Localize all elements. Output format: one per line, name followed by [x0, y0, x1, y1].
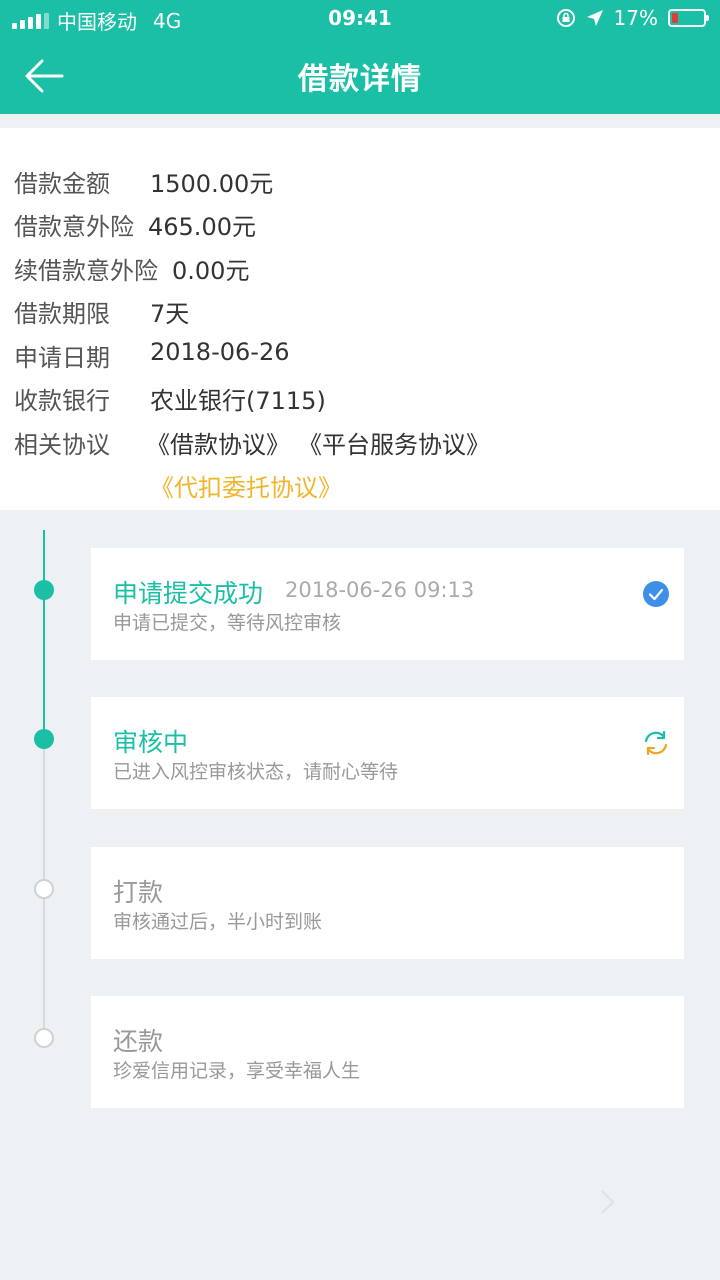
timeline-line — [43, 530, 45, 1040]
timeline-dot-3 — [34, 879, 54, 899]
nav-bar: 借款详情 — [0, 40, 720, 114]
agreements-row: 相关协议 《借款协议》 《平台服务协议》 — [14, 425, 490, 460]
apply-date-label: 申请日期 — [14, 344, 110, 372]
renew-insurance-label: 续借款意外险 — [14, 257, 158, 285]
insurance-label: 借款意外险 — [14, 213, 134, 241]
location-arrow-icon — [586, 10, 603, 26]
timeline-dot-2 — [34, 729, 54, 749]
refresh-icon — [644, 730, 668, 756]
term-row: 借款期限 7天 — [14, 294, 189, 329]
step-card-payout: 打款 审核通过后，半小时到账 — [91, 847, 684, 959]
renew-insurance-value: 0.00元 — [172, 257, 250, 285]
page-title: 借款详情 — [298, 62, 422, 97]
amount-row: 借款金额 1500.00元 — [14, 164, 273, 199]
apply-date-row: 申请日期 2018-06-26 — [14, 338, 289, 373]
renew-insurance-row: 续借款意外险 0.00元 — [14, 251, 249, 286]
platform-service-agreement-link[interactable]: 《平台服务协议》 — [298, 425, 490, 460]
loan-details: 借款金额 1500.00元 借款意外险 465.00元 续借款意外险 0.00元… — [0, 128, 720, 510]
bank-row: 收款银行 农业银行(7115) — [14, 381, 326, 416]
amount-label: 借款金额 — [14, 170, 110, 198]
agreements-row-2: 《代扣委托协议》 — [150, 468, 342, 503]
insurance-row: 借款意外险 465.00元 — [14, 207, 256, 242]
step1-title: 申请提交成功 — [113, 579, 264, 608]
step4-title: 还款 — [113, 1027, 164, 1056]
term-value: 7天 — [150, 300, 190, 328]
agreements-label: 相关协议 — [14, 431, 110, 459]
bank-label: 收款银行 — [14, 387, 110, 415]
header: 中国移动 4G 09:41 17% 借款详情 — [0, 0, 720, 114]
step2-title: 审核中 — [113, 728, 189, 757]
timeline-dot-4 — [34, 1028, 54, 1048]
battery-percent: 17% — [613, 6, 658, 30]
bank-value: 农业银行(7115) — [150, 387, 326, 415]
step1-time: 2018-06-26 09:13 — [285, 578, 475, 602]
step4-desc: 珍爱信用记录，享受幸福人生 — [113, 1060, 361, 1082]
timeline-dot-1 — [34, 580, 54, 600]
amount-value: 1500.00元 — [150, 170, 274, 198]
loan-agreement-link[interactable]: 《借款协议》 — [146, 425, 290, 460]
chevron-right-icon[interactable] — [598, 1188, 616, 1216]
battery-icon — [668, 9, 709, 27]
step1-desc: 申请已提交，等待风控审核 — [113, 612, 342, 634]
timeline-progress — [43, 530, 45, 740]
status-bar: 中国移动 4G 09:41 17% — [0, 0, 720, 40]
step-card-submitted: 申请提交成功 2018-06-26 09:13 申请已提交，等待风控审核 — [91, 548, 684, 660]
rotation-lock-icon — [556, 9, 575, 27]
status-right: 17% — [556, 6, 709, 30]
check-circle-icon — [643, 581, 669, 607]
step3-title: 打款 — [113, 878, 164, 907]
withholding-agreement-link[interactable]: 《代扣委托协议》 — [150, 468, 342, 503]
step3-desc: 审核通过后，半小时到账 — [113, 911, 323, 933]
insurance-value: 465.00元 — [148, 213, 256, 241]
step2-desc: 已进入风控审核状态，请耐心等待 — [113, 761, 399, 783]
term-label: 借款期限 — [14, 300, 110, 328]
step-card-reviewing: 审核中 已进入风控审核状态，请耐心等待 — [91, 697, 684, 809]
step-card-repayment: 还款 珍爱信用记录，享受幸福人生 — [91, 996, 684, 1108]
apply-date-value: 2018-06-26 — [150, 338, 290, 366]
